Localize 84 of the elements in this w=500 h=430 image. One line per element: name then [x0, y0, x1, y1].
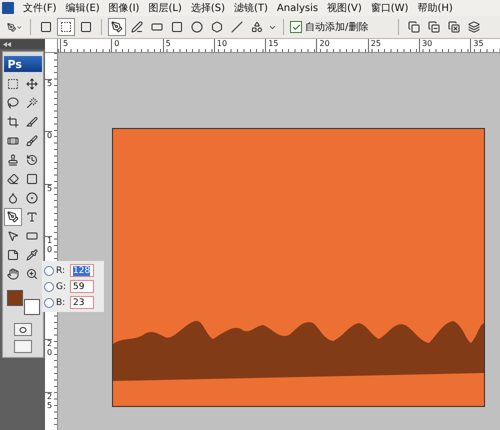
- polygon-icon: [211, 21, 223, 33]
- menu-item[interactable]: 窗口(W): [370, 1, 408, 15]
- wand-icon: [26, 97, 38, 109]
- bandage-icon: [7, 135, 19, 147]
- menu-item[interactable]: 图像(I): [108, 1, 140, 15]
- checkbox[interactable]: [290, 21, 302, 33]
- ruler-label: 35: [470, 39, 500, 52]
- ruler-label: 5: [162, 39, 214, 52]
- checkbox-label: 自动添加/删除: [305, 20, 368, 34]
- ruler-label: 20: [316, 39, 368, 52]
- note-icon: [7, 249, 19, 261]
- droplet-icon: [7, 192, 19, 204]
- move-arrow-icon: [26, 78, 38, 90]
- pen-icon: [7, 211, 19, 223]
- circle-dot-icon: [26, 192, 38, 204]
- layers-icon: [468, 21, 480, 33]
- ruler-label: 15: [265, 39, 316, 52]
- path-mode-button[interactable]: [57, 18, 75, 36]
- pen-icon: [7, 20, 16, 34]
- channel-value-field[interactable]: 59: [70, 280, 94, 293]
- ruler-label: 5: [45, 184, 52, 236]
- channel-value-field[interactable]: 23: [70, 296, 94, 309]
- dashed-square-icon: [7, 78, 19, 90]
- combine-add-icon: [408, 21, 420, 33]
- ruler-label: 30: [419, 39, 470, 52]
- dashed-square-icon: [60, 21, 72, 33]
- ruler-label: 25: [368, 39, 420, 52]
- menu-item[interactable]: Analysis: [276, 2, 318, 14]
- brush-icon: [26, 135, 38, 147]
- tool-button[interactable]: [4, 208, 22, 226]
- ruler-label: 0: [111, 39, 163, 52]
- line-icon: [231, 21, 243, 33]
- combine-exclude-icon: [448, 21, 460, 33]
- menu-item[interactable]: 选择(S): [190, 1, 225, 15]
- ruler-label: 0: [45, 131, 52, 184]
- circle-icon: [18, 326, 26, 332]
- foreground-swatch[interactable]: [6, 290, 22, 306]
- screen-mode-button[interactable]: [14, 340, 32, 353]
- ruler-label: 10: [214, 39, 266, 52]
- ellipse-icon: [191, 21, 203, 33]
- eraser-icon: [7, 173, 19, 185]
- crop-icon: [7, 116, 19, 128]
- app-logo: Ps: [4, 56, 42, 72]
- shape-tool-button[interactable]: [108, 18, 126, 36]
- channel-value-field[interactable]: 128: [70, 264, 94, 277]
- app-icon: [2, 2, 14, 14]
- radio-button[interactable]: [44, 266, 54, 276]
- square-icon: [26, 173, 38, 185]
- lasso-icon: [7, 97, 19, 109]
- hand-icon: [7, 268, 19, 280]
- radio-button[interactable]: [44, 282, 54, 292]
- channel-label: R:: [56, 266, 66, 276]
- knife-icon: [26, 116, 38, 128]
- rectangle-icon: [151, 21, 163, 33]
- ruler-label: 5: [60, 39, 112, 52]
- pen-icon: [111, 21, 123, 33]
- eyedropper-icon: [26, 249, 38, 261]
- menu-item[interactable]: 滤镜(T): [234, 1, 268, 15]
- quick-mask-button[interactable]: [14, 323, 32, 336]
- stamp-icon: [7, 154, 19, 166]
- ruler-label: 20: [45, 339, 52, 392]
- rounded-square-icon: [171, 21, 183, 33]
- ruler-label: 5: [45, 79, 52, 132]
- type-icon: [26, 211, 38, 223]
- menu-item[interactable]: 文件(F): [23, 1, 57, 15]
- background-swatch[interactable]: [24, 299, 40, 315]
- menu-item[interactable]: 编辑(E): [66, 1, 100, 15]
- zoom-icon: [26, 268, 38, 280]
- brush-history-icon: [26, 154, 38, 166]
- rectangle-icon: [26, 230, 38, 242]
- combine-subtract-icon: [428, 21, 440, 33]
- square-icon: [40, 21, 52, 33]
- channel-label: B:: [56, 298, 66, 308]
- freeform-pen-icon: [131, 21, 143, 33]
- collapse-icon[interactable]: [3, 42, 11, 46]
- menu-item[interactable]: 图层(L): [148, 1, 182, 15]
- pointer-icon: [7, 230, 19, 242]
- radio-button[interactable]: [44, 298, 54, 308]
- ruler-label: 25: [45, 392, 52, 410]
- square-icon: [80, 21, 92, 33]
- channel-label: G:: [56, 282, 68, 292]
- menu-item[interactable]: 帮助(H): [417, 1, 453, 15]
- shape-icon: [251, 21, 263, 33]
- menu-item[interactable]: 视图(V): [327, 1, 362, 15]
